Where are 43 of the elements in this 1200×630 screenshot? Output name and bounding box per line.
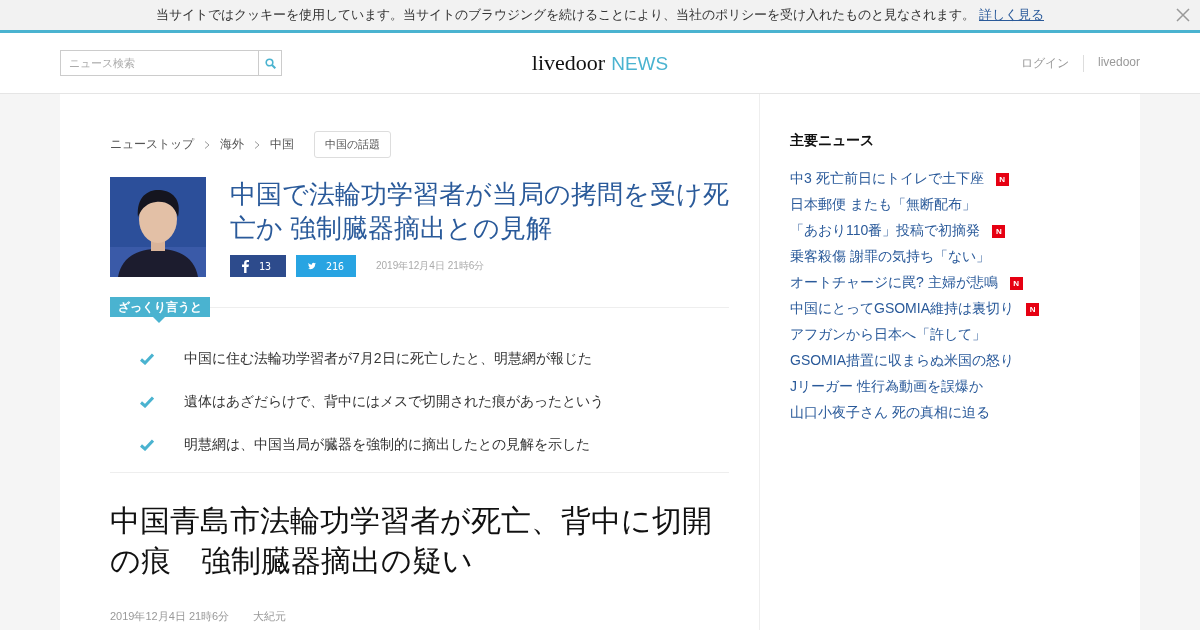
breadcrumb-link[interactable]: ニューストップ [110, 136, 194, 153]
breadcrumb-link[interactable]: 海外 [220, 136, 244, 153]
article-source: 大紀元 [253, 609, 287, 624]
chevron-icon [254, 140, 260, 149]
search-icon [264, 57, 276, 69]
new-badge: N [992, 224, 1006, 238]
check-icon [140, 395, 154, 408]
news-link[interactable]: 乗客殺傷 謝罪の気持ち「ない」 [790, 248, 990, 266]
news-link[interactable]: 中国にとってGSOMIA維持は裏切り [790, 300, 1014, 318]
new-badge: N [1026, 302, 1039, 316]
news-link[interactable]: GSOMIA措置に収まらぬ米国の怒り [790, 352, 1014, 370]
news-link[interactable]: アフガンから日本へ「許して」 [790, 326, 986, 344]
facebook-icon [242, 259, 249, 273]
article-title: 中国青島市法輪功学習者が死亡、背中に切開の痕 強制臓器摘出の疑い [110, 503, 713, 579]
summary-point: 明慧網は、中国当局が臓器を強制的に摘出したとの見解を示した [184, 435, 590, 454]
bird-icon [308, 260, 316, 272]
facebook-share-button[interactable]: 13 [230, 255, 286, 277]
news-link[interactable]: 中3 死亡前日にトイレで土下座 [790, 170, 984, 188]
details-link[interactable]: 詳しく見る [979, 6, 1044, 24]
article-date: 2019年12月4日 21時6分 [110, 609, 230, 624]
search-field[interactable]: ニュース検索 [60, 50, 258, 76]
sidebar-title: 主要ニュース [790, 132, 875, 150]
pointer-icon [153, 317, 165, 323]
chevron-icon [204, 140, 210, 149]
summary-point: 遺体はあざだらけで、背中にはメスで切開された痕があったという [184, 392, 604, 411]
check-icon [140, 438, 154, 451]
search-button[interactable] [258, 50, 282, 76]
headline[interactable]: 中国で法輪功学習者が当局の拷問を受け死亡か 強制臓器摘出との見解 [230, 177, 734, 245]
new-badge: N [1009, 276, 1023, 290]
summary-point: 中国に住む法輪功学習者が7月2日に死亡したと、明慧網が報じた [184, 349, 592, 368]
new-badge: N [995, 172, 1009, 186]
breadcrumb-link[interactable]: 中国 [270, 136, 294, 153]
news-link[interactable]: 山口小夜子さん 死の真相に迫る [790, 404, 990, 422]
cookie-message: 当サイトではクッキーを使用しています。当サイトのブラウジングを続けることにより、当社のポリシーを受け入れたものと見なされます。 [156, 6, 975, 24]
news-link[interactable]: 「あおり110番」投稿で初摘発 [790, 222, 981, 240]
close-icon[interactable] [1176, 8, 1190, 22]
news-link[interactable]: 日本郵便 またも「無断配布」 [790, 196, 976, 214]
summary-label: ざっくり言うと [110, 297, 210, 317]
news-link[interactable]: Jリーガー 性行為動画を誤爆か [790, 378, 983, 396]
topic-tag[interactable]: 中国の話題 [314, 131, 391, 158]
publish-date: 2019年12月4日 21時6分 [376, 259, 485, 273]
news-link[interactable]: オートチャージに罠? 主婦が悲鳴 [790, 274, 998, 292]
check-icon [140, 352, 154, 365]
